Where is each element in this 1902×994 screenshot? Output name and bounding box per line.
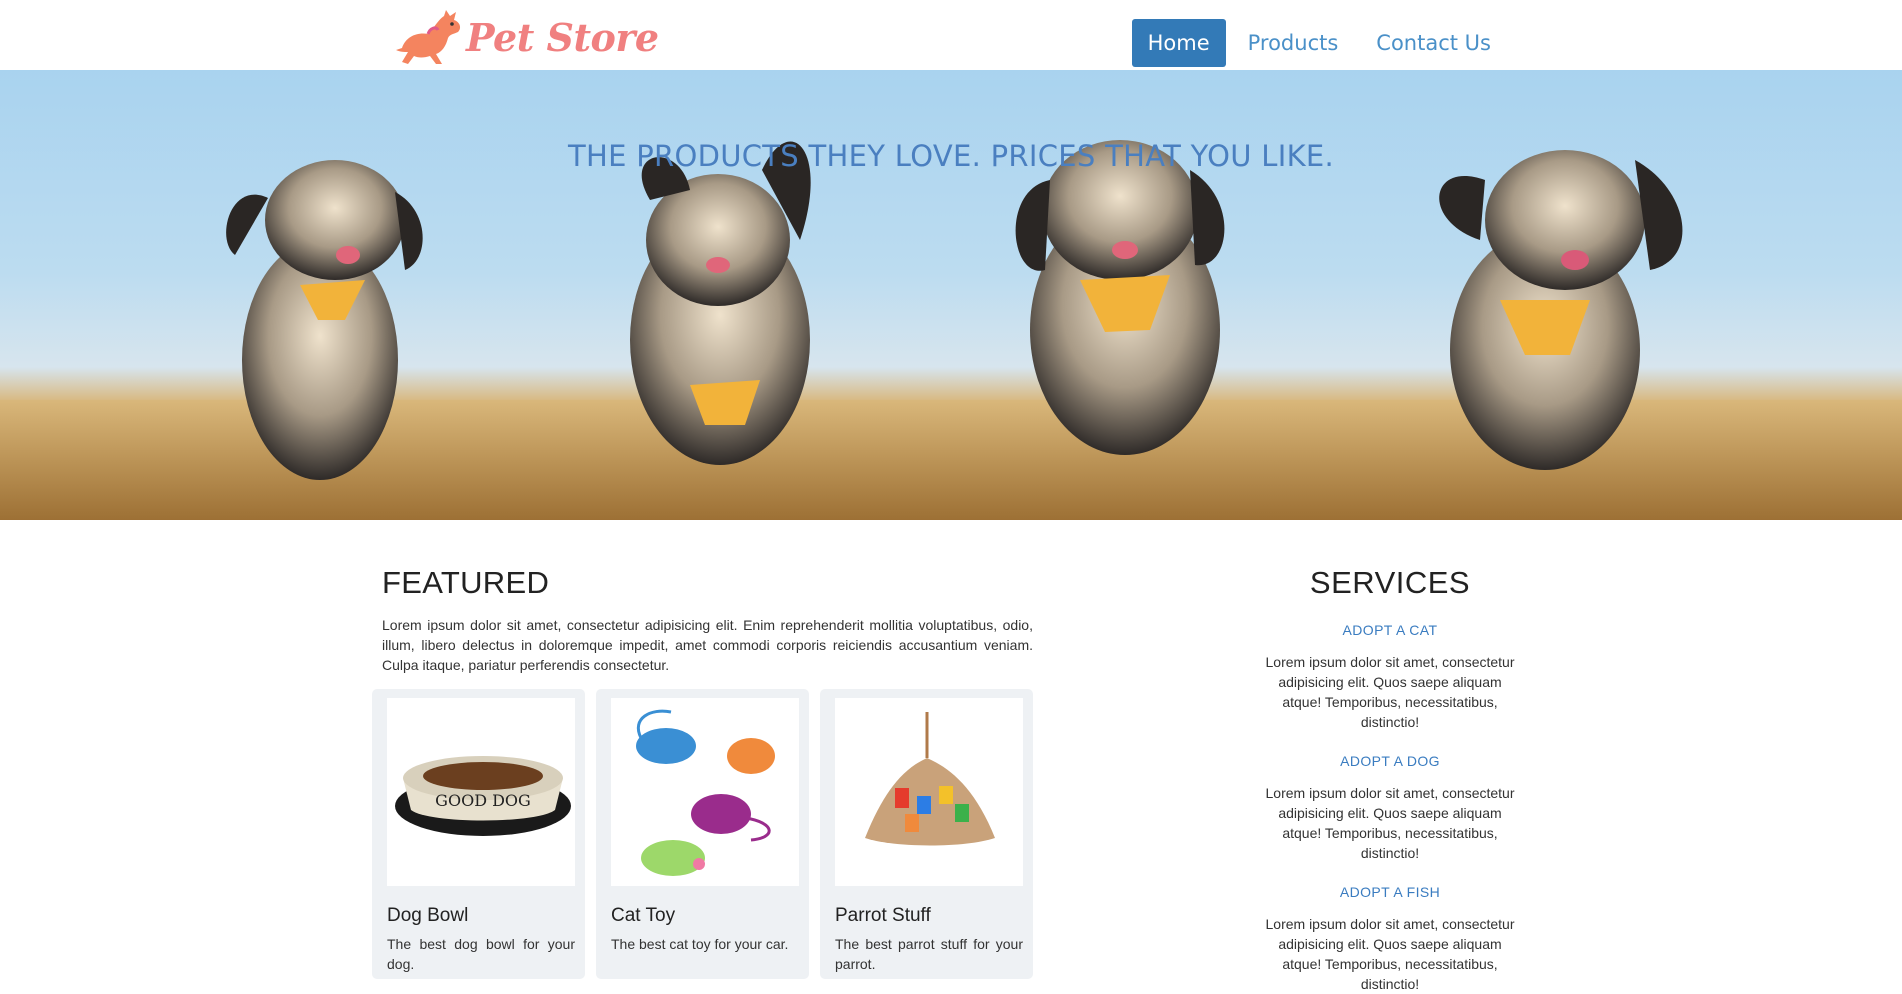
service-body: Lorem ipsum dolor sit amet, consectetur …: [1265, 916, 1515, 992]
product-name[interactable]: Dog Bowl: [387, 905, 468, 927]
product-description: The best cat toy for your car.: [611, 936, 789, 952]
service-body: Lorem ipsum dolor sit amet, consectetur …: [1265, 785, 1515, 861]
brand-logo-link[interactable]: Pet Store: [392, 6, 659, 68]
product-cards: GOOD DOG Dog Bowl The best dog bowl for …: [372, 689, 1033, 979]
hero-banner: THE PRODUCTS THEY LOVE. PRICES THAT YOU …: [0, 70, 1902, 520]
product-card-cat-toy[interactable]: Cat Toy The best cat toy for your car.: [596, 689, 809, 979]
featured-heading: FEATURED: [382, 565, 550, 600]
service-item: ADOPT A DOG Lorem ipsum dolor sit amet, …: [1249, 753, 1531, 863]
product-description: The best parrot stuff for your parrot.: [835, 936, 1023, 972]
featured-intro: Lorem ipsum dolor sit amet, consectetur …: [382, 617, 1033, 673]
product-card-dog-bowl[interactable]: GOOD DOG Dog Bowl The best dog bowl for …: [372, 689, 585, 979]
brand-name: Pet Store: [466, 14, 659, 60]
running-dog-icon: [396, 10, 461, 64]
product-card-parrot-stuff[interactable]: Parrot Stuff The best parrot stuff for y…: [820, 689, 1033, 979]
featured-section: FEATURED Lorem ipsum dolor sit amet, con…: [382, 565, 1033, 675]
nav-contact-us[interactable]: Contact Us: [1360, 19, 1507, 67]
dog-bowl-image: GOOD DOG: [395, 756, 571, 836]
main-nav: Home Products Contact Us: [1131, 19, 1507, 67]
four-running-dogs-in-field-image: [0, 140, 1902, 520]
top-navbar: Pet Store Home Products Contact Us: [0, 0, 1902, 70]
product-description: The best dog bowl for your dog.: [387, 936, 575, 972]
service-title-adopt-fish[interactable]: ADOPT A FISH: [1249, 884, 1531, 900]
hero-title: THE PRODUCTS THEY LOVE. PRICES THAT YOU …: [567, 139, 1335, 173]
product-thumb[interactable]: [835, 698, 1023, 886]
product-thumb[interactable]: [611, 698, 799, 886]
service-title-adopt-cat[interactable]: ADOPT A CAT: [1249, 622, 1531, 638]
services-section: SERVICES ADOPT A CAT Lorem ipsum dolor s…: [1249, 565, 1531, 994]
product-name[interactable]: Cat Toy: [611, 905, 675, 927]
bowl-text: GOOD DOG: [435, 791, 531, 810]
service-body: Lorem ipsum dolor sit amet, consectetur …: [1265, 654, 1515, 730]
cat-toy-mice-image: [636, 709, 775, 876]
product-thumb[interactable]: GOOD DOG: [387, 698, 575, 886]
nav-products[interactable]: Products: [1232, 19, 1355, 67]
dog-2: [630, 141, 811, 465]
nav-home[interactable]: Home: [1131, 19, 1226, 67]
parrot-toy-image: [865, 712, 995, 846]
product-name[interactable]: Parrot Stuff: [835, 905, 931, 927]
services-heading: SERVICES: [1309, 565, 1471, 600]
service-title-adopt-dog[interactable]: ADOPT A DOG: [1249, 753, 1531, 769]
service-item: ADOPT A CAT Lorem ipsum dolor sit amet, …: [1249, 622, 1531, 732]
service-item: ADOPT A FISH Lorem ipsum dolor sit amet,…: [1249, 884, 1531, 994]
